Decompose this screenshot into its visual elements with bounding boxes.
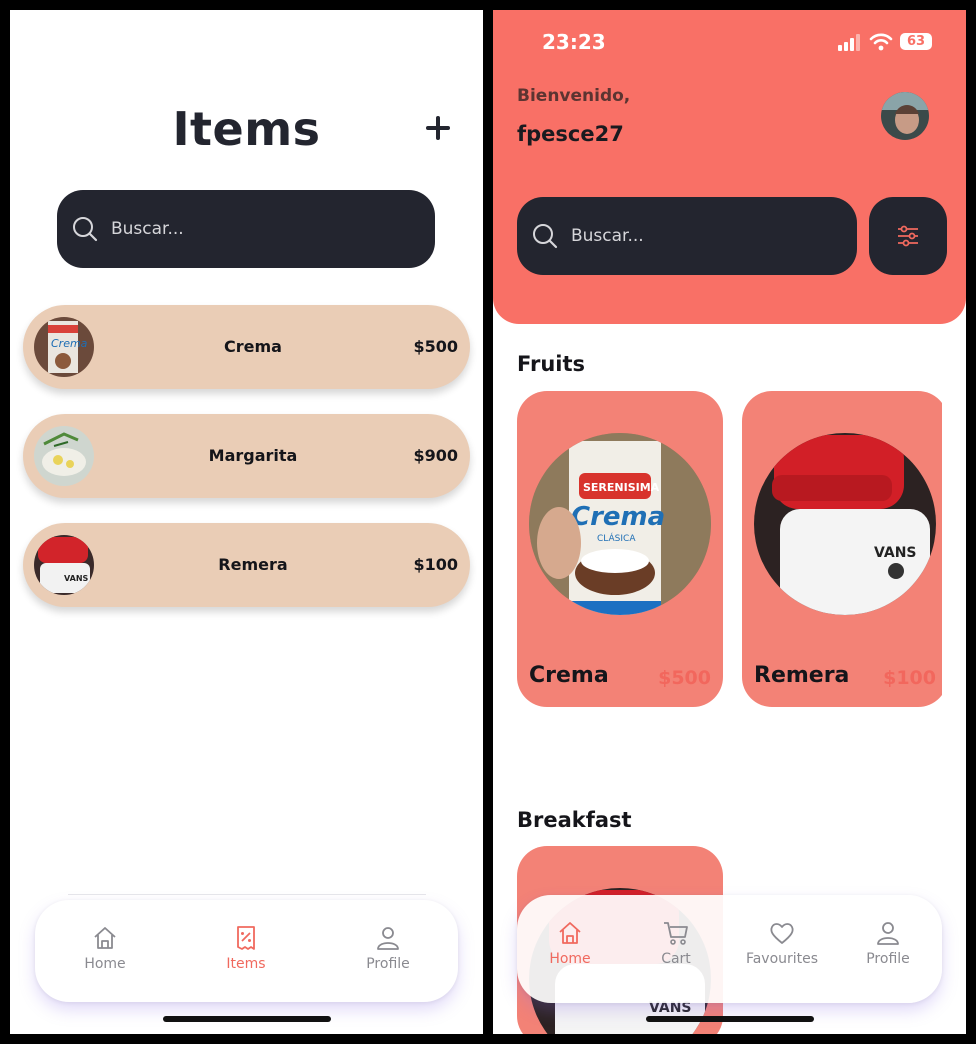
item-price: $100 — [413, 555, 458, 574]
svg-text:CLÁSICA: CLÁSICA — [597, 532, 636, 544]
item-thumbnail — [34, 426, 94, 486]
home-icon — [94, 927, 116, 949]
search-placeholder: Buscar... — [111, 219, 184, 239]
product-image: SERENISIMA Crema CLÁSICA — [529, 433, 711, 615]
home-icon — [559, 922, 581, 944]
product-price: $500 — [658, 667, 711, 689]
tab-label: Items — [226, 956, 266, 972]
header-panel — [493, 10, 966, 324]
list-item[interactable]: Crema Crema $500 — [23, 305, 470, 389]
signal-icon — [838, 34, 860, 51]
tab-label: Home — [549, 951, 591, 967]
cart-icon — [664, 922, 688, 945]
divider — [68, 894, 426, 895]
items-screen: Items Buscar... Crema Crema $500 Margari… — [10, 10, 483, 1034]
wifi-icon — [869, 33, 893, 51]
receipt-icon — [237, 926, 255, 950]
greeting: Bienvenido, — [517, 86, 631, 106]
product-name: Remera — [754, 663, 850, 688]
tab-label: Favourites — [745, 951, 819, 967]
search-placeholder: Buscar... — [571, 226, 644, 246]
tab-label: Profile — [366, 956, 410, 972]
avatar[interactable] — [881, 92, 929, 140]
fruits-carousel: SERENISIMA Crema CLÁSICA Crema $500 VANS… — [493, 390, 942, 720]
svg-text:Crema: Crema — [51, 337, 88, 350]
heart-icon — [770, 923, 794, 944]
svg-text:VANS: VANS — [64, 574, 89, 583]
tab-bar: Home Items Profile — [35, 900, 458, 1002]
svg-text:Crema: Crema — [571, 502, 665, 532]
item-price: $500 — [413, 337, 458, 356]
search-input[interactable]: Buscar... — [57, 190, 435, 268]
plus-icon[interactable] — [420, 110, 456, 146]
item-price: $900 — [413, 446, 458, 465]
tab-label: Cart — [661, 951, 691, 967]
list-item[interactable]: VANS Remera $100 — [23, 523, 470, 607]
status-time: 23:23 — [542, 30, 606, 54]
filter-button[interactable] — [869, 197, 947, 275]
tab-cart[interactable]: Cart — [631, 919, 721, 967]
tab-bar: Home Cart Favourites Profile — [517, 895, 942, 1003]
tab-label: Profile — [866, 951, 910, 967]
page-title: Items — [172, 102, 321, 156]
section-title: Breakfast — [517, 808, 632, 832]
status-icons: 63 — [838, 32, 938, 52]
svg-text:SERENISIMA: SERENISIMA — [583, 481, 660, 494]
tab-profile[interactable]: Profile — [343, 924, 433, 972]
battery-icon: 63 — [900, 33, 932, 50]
tab-home[interactable]: Home — [60, 924, 150, 972]
product-image: VANS — [754, 433, 936, 615]
tab-home[interactable]: Home — [525, 919, 615, 967]
product-price: $100 — [883, 667, 936, 689]
item-name: Margarita — [208, 446, 298, 465]
user-icon — [377, 927, 399, 950]
item-name: Crema — [224, 337, 282, 356]
tab-label: Home — [84, 956, 126, 972]
sliders-icon — [898, 225, 918, 247]
product-card[interactable]: SERENISIMA Crema CLÁSICA Crema $500 — [517, 391, 723, 707]
tab-items[interactable]: Items — [201, 924, 291, 972]
username: fpesce27 — [517, 122, 624, 146]
search-icon — [531, 222, 559, 250]
home-indicator — [163, 1016, 331, 1022]
home-screen: 23:23 63 Bienvenido, fpesce27 Buscar... … — [493, 10, 966, 1034]
tab-favourites[interactable]: Favourites — [737, 919, 827, 967]
product-name: Crema — [529, 663, 609, 688]
section-title: Fruits — [517, 352, 586, 376]
item-thumbnail: Crema — [34, 317, 94, 377]
tab-profile[interactable]: Profile — [843, 919, 933, 967]
search-input[interactable]: Buscar... — [517, 197, 857, 275]
home-indicator — [646, 1016, 814, 1022]
item-thumbnail: VANS — [34, 535, 94, 595]
product-card[interactable]: VANS Remera $100 — [742, 391, 942, 707]
svg-text:VANS: VANS — [874, 545, 917, 561]
list-item[interactable]: Margarita $900 — [23, 414, 470, 498]
item-name: Remera — [218, 555, 288, 574]
search-icon — [71, 215, 99, 243]
user-icon — [877, 922, 899, 945]
